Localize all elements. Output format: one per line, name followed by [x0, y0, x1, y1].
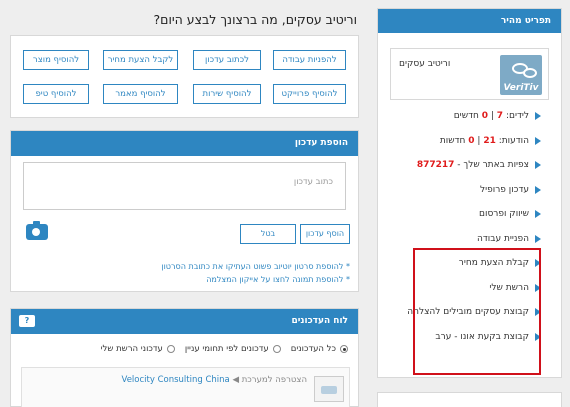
sidebar-item-marketing[interactable]: שיווק ופרסום — [378, 202, 561, 227]
add-update-button[interactable]: הוסף עדכון — [300, 224, 350, 244]
filter-radio-group: כל העדכונים עדכונים לפי תחומי עניין עדכו… — [101, 344, 348, 354]
camera-note: * להוספת תמונה לחצו על אייקון המצלמה — [206, 275, 350, 284]
radio-icon[interactable] — [272, 345, 281, 353]
write-update-button[interactable]: לכתוב עדכון — [193, 50, 261, 70]
triangle-left-icon — [535, 210, 541, 219]
updates-board: לוח העדכונים ? כל העדכונים עדכונים לפי ת… — [10, 308, 359, 407]
quick-menu-sidebar: תפריט מהיר VeriTiv וריטיב עסקים לידים: 7… — [377, 8, 562, 378]
feed-item: הצטרפה למערכת ◀ Velocity Consulting Chin… — [21, 367, 350, 407]
camera-icon[interactable] — [26, 221, 48, 240]
get-quote-button[interactable]: לקבל הצעת מחיר — [103, 50, 178, 70]
triangle-left-icon — [535, 161, 541, 170]
radio-icon[interactable] — [166, 345, 175, 353]
work-referral-button[interactable]: להפניות עבודה — [273, 50, 346, 70]
updates-board-header: לוח העדכונים — [11, 309, 358, 334]
sidebar-next-panel — [377, 392, 562, 407]
add-service-button[interactable]: להוסיף שירות — [193, 84, 261, 104]
filter-all-updates[interactable]: כל העדכונים — [291, 344, 348, 354]
sidebar-item-site-views[interactable]: צפיות באתר שלך - 877217 — [378, 153, 561, 178]
cancel-button[interactable]: בטל — [240, 224, 296, 244]
profile-name[interactable]: וריטיב עסקים — [399, 59, 450, 69]
actions-panel: להפניות עבודה לכתוב עדכון לקבל הצעת מחיר… — [10, 35, 359, 118]
highlight-box — [413, 248, 541, 375]
sidebar-item-update-profile[interactable]: עדכון פרופיל — [378, 178, 561, 203]
feed-company-link[interactable]: Velocity Consulting China — [122, 375, 230, 385]
update-textarea[interactable]: כתוב עדכון — [23, 162, 346, 210]
feed-item-text: הצטרפה למערכת ◀ Velocity Consulting Chin… — [121, 375, 307, 385]
filter-my-network[interactable]: עדכוני הרשת שלי — [101, 344, 175, 354]
help-button[interactable]: ? — [19, 315, 35, 327]
triangle-left-icon — [535, 185, 541, 194]
youtube-note: * להוספת סרטון יוטיוב פשוט העתיקו את כתו… — [161, 262, 350, 271]
company-logo[interactable]: VeriTiv — [500, 55, 542, 95]
radio-checked-icon[interactable] — [340, 345, 348, 353]
profile-card[interactable]: VeriTiv וריטיב עסקים — [390, 48, 549, 100]
triangle-left-icon — [535, 136, 541, 145]
add-tip-button[interactable]: להוסיף טיפ — [23, 84, 89, 104]
add-update-header: הוספת עדכון — [11, 131, 358, 156]
triangle-left-icon — [535, 234, 541, 243]
page-title: וריטיב עסקים, מה ברצונך לבצע היום? — [153, 12, 357, 27]
filter-by-interests[interactable]: עדכונים לפי תחומי עניין — [185, 344, 281, 354]
add-project-button[interactable]: להוסיף פרוייקט — [273, 84, 346, 104]
quick-menu-header: תפריט מהיר — [378, 9, 561, 33]
add-product-button[interactable]: להוסיף מוצר — [23, 50, 89, 70]
sidebar-item-messages[interactable]: הודעות: 21 | 0 חדשות — [378, 129, 561, 154]
sidebar-item-leads[interactable]: לידים: 7 | 0 חדשים — [378, 104, 561, 129]
add-update-panel: הוספת עדכון כתוב עדכון הוסף עדכון בטל * … — [10, 130, 359, 292]
company-thumbnail[interactable] — [314, 376, 344, 402]
add-article-button[interactable]: להוסיף מאמר — [103, 84, 178, 104]
triangle-left-icon — [535, 112, 541, 121]
